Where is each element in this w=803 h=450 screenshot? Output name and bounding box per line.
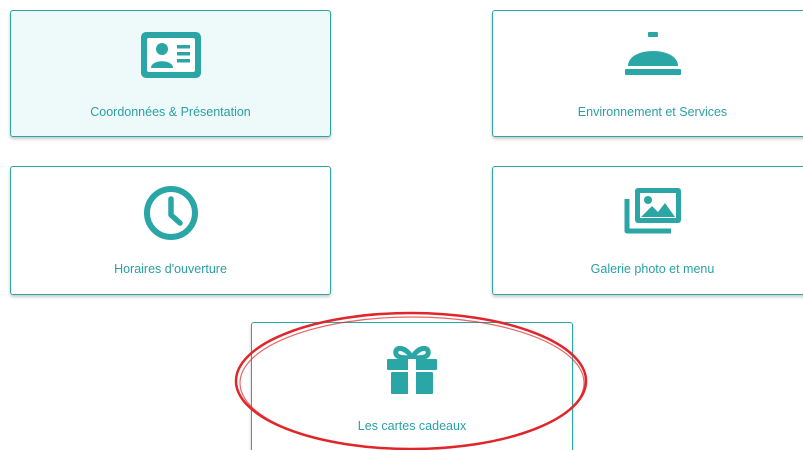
card-label: Coordonnées & Présentation bbox=[90, 105, 251, 119]
settings-card-grid: Coordonnées & Présentation Environnement… bbox=[0, 0, 803, 450]
card-label: Les cartes cadeaux bbox=[357, 419, 467, 433]
card-photo-gallery-menu[interactable]: Galerie photo et menu bbox=[492, 166, 803, 295]
service-bell-icon bbox=[624, 32, 681, 75]
card-contact-presentation[interactable]: Coordonnées & Présentation bbox=[10, 10, 331, 137]
gift-icon bbox=[387, 346, 437, 394]
card-gift-cards[interactable]: Les cartes cadeaux bbox=[251, 322, 573, 450]
card-opening-hours[interactable]: Horaires d'ouverture bbox=[10, 166, 331, 295]
card-label: Horaires d'ouverture bbox=[114, 262, 227, 276]
card-environment-services[interactable]: Environnement et Services bbox=[492, 10, 803, 137]
card-label: Galerie photo et menu bbox=[590, 262, 715, 276]
clock-icon bbox=[143, 186, 198, 240]
card-label: Environnement et Services bbox=[577, 105, 728, 119]
contact-card-icon bbox=[140, 32, 201, 78]
photo-gallery-icon bbox=[624, 188, 681, 234]
